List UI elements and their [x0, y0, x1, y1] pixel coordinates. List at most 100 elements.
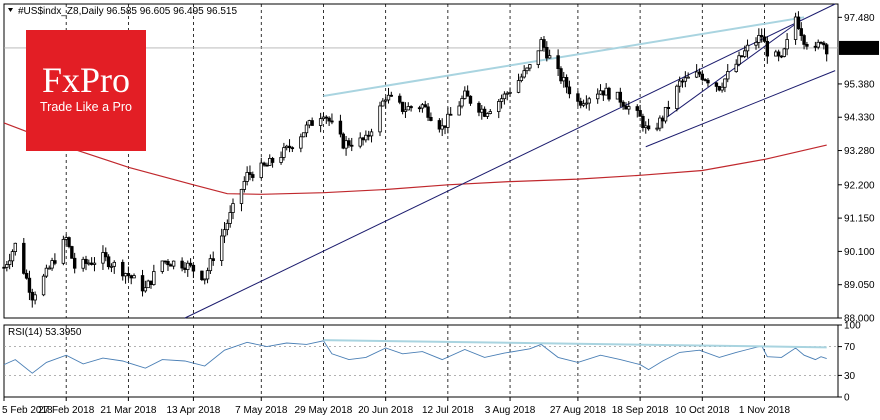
- candle-body: [615, 91, 620, 100]
- candle-body: [663, 106, 668, 122]
- current-price-label: 96.515: [844, 44, 875, 55]
- rsi-panel-frame: [3, 324, 839, 398]
- candle-body: [644, 125, 648, 128]
- y-tick-label: 94.330: [844, 113, 875, 124]
- candle-body: [188, 262, 193, 266]
- candle-body: [186, 262, 190, 270]
- channel-upper-line: [665, 19, 802, 119]
- candle-body: [528, 64, 532, 69]
- candle-body: [440, 125, 444, 130]
- y-tick-label: 93.280: [844, 146, 875, 157]
- candle-body: [381, 100, 385, 107]
- candle-body: [508, 91, 512, 94]
- candle-body: [457, 105, 461, 116]
- candle-body: [378, 105, 382, 133]
- candle-body: [101, 252, 105, 264]
- candle-body: [7, 260, 12, 265]
- candle-body: [270, 157, 275, 163]
- candle-body: [369, 131, 374, 137]
- candle-body: [22, 242, 26, 274]
- candle-body: [366, 134, 371, 137]
- candle-body: [762, 36, 767, 42]
- y-tick-label: 91.150: [844, 214, 875, 225]
- candle-body: [10, 251, 15, 262]
- candle-body: [627, 106, 631, 110]
- x-tick-label: 13 Apr 2018: [166, 405, 220, 416]
- candle-body: [677, 80, 682, 87]
- candle-body: [92, 262, 97, 265]
- candle-body: [779, 55, 784, 58]
- candle-body: [776, 51, 781, 57]
- x-tick-label: 27 Feb 2018: [38, 405, 95, 416]
- candle-body: [219, 235, 224, 261]
- candle-body: [819, 41, 823, 44]
- candle-body: [13, 242, 18, 252]
- candle-body: [30, 291, 34, 301]
- candle-body: [140, 275, 145, 292]
- candle-body: [468, 95, 473, 104]
- candle-body: [169, 264, 173, 267]
- candle-body: [389, 94, 394, 97]
- candle-body: [50, 260, 54, 269]
- candle-body: [228, 212, 232, 224]
- candle-body: [33, 294, 37, 301]
- candle-body: [106, 256, 111, 268]
- candle-body: [658, 117, 662, 129]
- candle-body: [694, 71, 699, 78]
- candle-body: [347, 140, 351, 146]
- candle-body: [409, 106, 413, 109]
- logo-tagline: Trade Like a Pro: [40, 100, 132, 114]
- candle-body: [61, 239, 66, 264]
- candle-body: [816, 41, 820, 48]
- candle-body: [163, 260, 167, 263]
- x-tick-label: 29 May 2018: [295, 405, 353, 416]
- candle-body: [152, 271, 156, 285]
- candle-body: [364, 134, 368, 141]
- candle-body: [327, 117, 331, 122]
- chart-header: #US$indx_Z8,Daily 96.585 96.605 96.495 9…: [18, 6, 237, 17]
- candle-body: [598, 90, 603, 95]
- x-tick-label: 12 Jul 2018: [422, 405, 474, 416]
- candle-body: [24, 272, 29, 279]
- x-tick-label: 18 Sep 2018: [612, 405, 669, 416]
- candle-body: [482, 108, 487, 117]
- candle-body: [545, 46, 549, 59]
- candle-body: [310, 120, 314, 126]
- candle-body: [635, 106, 639, 111]
- x-tick-label: 20 Jun 2018: [358, 405, 413, 416]
- candle-body: [759, 35, 764, 38]
- candle-body: [2, 266, 6, 269]
- x-tick-label: 7 May 2018: [235, 405, 288, 416]
- candle-body: [488, 111, 492, 114]
- candle-body: [714, 82, 719, 87]
- candle-body: [285, 145, 289, 149]
- candle-body: [638, 110, 642, 117]
- candle-body: [646, 125, 651, 130]
- candle-body: [641, 115, 645, 128]
- header-arrow-icon: [8, 8, 13, 12]
- candle-body: [581, 103, 586, 106]
- candle-body: [72, 257, 77, 269]
- candle-body: [437, 120, 442, 130]
- y-tick-label: 89.050: [844, 280, 875, 291]
- candle-body: [251, 174, 255, 178]
- candle-body: [84, 258, 88, 264]
- candle-body: [720, 86, 724, 91]
- candle-body: [89, 262, 94, 265]
- candle-body: [338, 120, 343, 135]
- candle-body: [183, 267, 187, 270]
- candle-body: [607, 87, 611, 100]
- logo-brand: FxPro: [41, 60, 131, 100]
- candle-body: [262, 162, 266, 166]
- candle-body: [805, 44, 809, 47]
- candle-body: [5, 264, 9, 268]
- candle-body: [259, 162, 263, 178]
- y-tick-label: 90.100: [844, 247, 875, 258]
- candle-body: [318, 118, 323, 126]
- candle-body: [802, 35, 806, 45]
- candle-body: [304, 124, 309, 134]
- candle-body: [191, 264, 196, 272]
- candle-body: [70, 246, 74, 259]
- candle-body: [205, 270, 210, 280]
- candle-body: [822, 42, 826, 46]
